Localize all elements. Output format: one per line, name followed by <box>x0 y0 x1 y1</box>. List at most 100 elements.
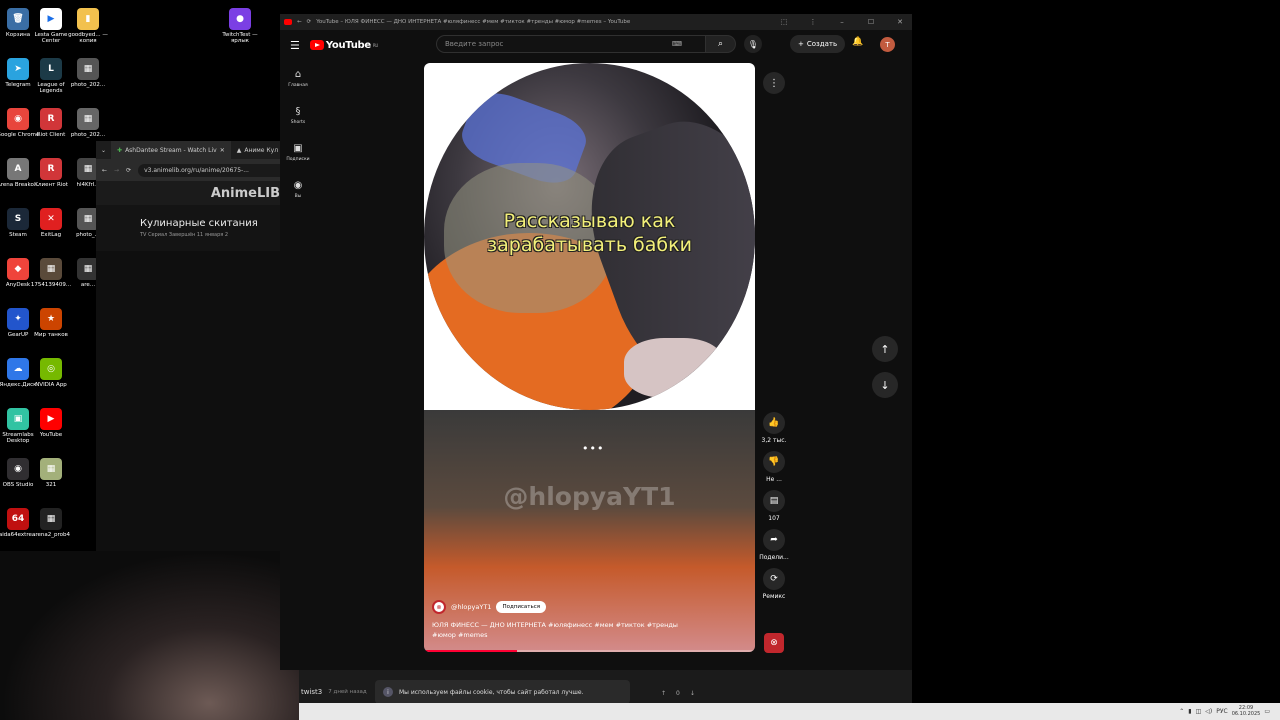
user-avatar[interactable]: T <box>880 37 895 52</box>
reload-icon[interactable]: ⟳ <box>307 19 312 25</box>
comments-action: ▤ 107 <box>756 490 792 522</box>
sound-thumbnail[interactable]: ⊗ <box>764 633 784 653</box>
subscriptions-icon: ▣ <box>293 143 303 154</box>
tab-menu-chevron-icon[interactable]: ⌄ <box>96 147 111 154</box>
player-more-dots-icon[interactable]: ••• <box>582 442 604 455</box>
nav-item-shorts[interactable]: § Shorts <box>280 97 316 134</box>
shorts-player[interactable]: Рассказываю как зарабатывать бабки ••• @… <box>424 63 755 652</box>
desktop-app-icon: ▦ <box>40 508 62 530</box>
video-top-frame: Рассказываю как зарабатывать бабки <box>424 63 755 410</box>
desktop-icon-label: 321 <box>45 482 57 488</box>
desktop-icon-label: photo_202... <box>70 132 106 138</box>
notifications-bell-icon[interactable]: 🔔 <box>852 37 863 47</box>
desktop-icon[interactable]: ▦ 321 <box>28 458 74 488</box>
remix-label: Ремикс <box>762 593 786 600</box>
nav-item-subscriptions[interactable]: ▣ Подписки <box>280 134 316 171</box>
youtube-logo[interactable]: YouTube RU <box>309 40 378 51</box>
back-arrow-icon[interactable]: ← <box>102 167 107 174</box>
back-arrow-icon[interactable]: ← <box>297 19 302 25</box>
comment-votes: ↑ 0 ↓ <box>661 690 695 697</box>
upvote-count: 0 <box>676 690 680 697</box>
desktop-icon-label: arena2_prob4 <box>32 532 70 538</box>
background-browser-window[interactable]: ⌄ ✚ AshDantee Stream - Watch Liv ✕ ▲ Ани… <box>96 141 286 551</box>
shorts-actions: 👍 3,2 тыс. 👎 Не ... ▤ 107 ➦ Подели... ⟳ Ремикс <box>756 412 792 607</box>
desktop-app-icon: 🗑 <box>7 8 29 30</box>
create-button[interactable]: + Создать <box>790 35 846 53</box>
channel-avatar[interactable]: ⊗ <box>432 600 446 614</box>
voice-search-icon[interactable]: 🎙 <box>744 35 762 53</box>
remix-icon[interactable]: ⟳ <box>763 568 785 590</box>
cookie-banner: i Мы используем файлы cookie, чтобы сайт… <box>375 680 630 704</box>
next-short-button[interactable]: ↓ <box>872 372 898 398</box>
clock[interactable]: 22:09 06.10.2025 <box>1232 705 1261 717</box>
desktop-app-icon: ◉ <box>7 108 29 130</box>
system-tray: ⌃ ▮ ◫ ◁) РУС 22:09 06.10.2025 ▭ <box>1179 705 1270 717</box>
nav-item-label: Подписки <box>286 157 310 162</box>
bg-tab-stream[interactable]: ✚ AshDantee Stream - Watch Liv ✕ <box>111 141 231 159</box>
extensions-icon[interactable]: ⬚ <box>772 18 796 26</box>
desktop-icon[interactable]: ▦ photo_202... <box>65 108 111 138</box>
network-icon[interactable]: ◫ <box>1196 708 1202 715</box>
previous-short-button[interactable]: ↑ <box>872 336 898 362</box>
forward-arrow-icon[interactable]: → <box>114 167 119 174</box>
upvote-icon[interactable]: ↑ <box>661 690 666 697</box>
more-options-button[interactable]: ⋮ <box>763 72 785 94</box>
share-icon[interactable]: ➦ <box>763 529 785 551</box>
volume-icon[interactable]: ◁) <box>1205 708 1212 715</box>
bg-tab-anime[interactable]: ▲ Аниме Кул <box>231 141 284 159</box>
close-icon[interactable]: ✕ <box>888 18 912 26</box>
search-input[interactable] <box>436 35 706 53</box>
bg-tab-label: AshDantee Stream - Watch Liv <box>125 146 217 154</box>
reload-icon[interactable]: ⟳ <box>126 167 131 174</box>
downvote-icon[interactable]: ↓ <box>690 690 695 697</box>
desktop-icon[interactable]: ▶ YouTube <box>28 408 74 438</box>
maximize-icon[interactable]: ☐ <box>859 18 883 26</box>
taskbar: ⌃ ▮ ◫ ◁) РУС 22:09 06.10.2025 ▭ <box>299 703 1280 720</box>
nav-item-you[interactable]: ◉ Вы <box>280 171 316 208</box>
animelib-logo[interactable]: AnimeLIB <box>96 181 286 205</box>
desktop-app-icon: ◎ <box>40 358 62 380</box>
language-indicator[interactable]: РУС <box>1216 708 1227 715</box>
usb-icon[interactable]: ▮ <box>1188 708 1191 715</box>
bg-url-field[interactable]: v3.animelib.org/ru/anime/20675-... <box>138 163 286 177</box>
desktop-app-icon: A <box>7 158 29 180</box>
keyboard-icon[interactable]: ⌨ <box>672 40 682 48</box>
tab-close-icon[interactable]: ✕ <box>220 147 225 154</box>
desktop-app-icon: ✦ <box>7 308 29 330</box>
notifications-icon[interactable]: ▭ <box>1264 708 1270 715</box>
bg-address-bar: ← → ⟳ v3.animelib.org/ru/anime/20675-... <box>96 159 286 181</box>
clock-date: 06.10.2025 <box>1231 711 1261 717</box>
desktop-icon[interactable]: ★ Мир танков <box>28 308 74 338</box>
desktop-app-icon: ◆ <box>7 258 29 280</box>
video-title[interactable]: ЮЛЯ ФИНЕСС — ДНО ИНТЕРНЕТА #юляфинесс #м… <box>432 620 682 640</box>
thumbs-up-icon[interactable]: 👍 <box>763 412 785 434</box>
youtube-play-icon <box>309 40 324 50</box>
you-icon: ◉ <box>293 180 303 191</box>
desktop-icon[interactable]: ▦ photo_202... <box>65 58 111 88</box>
desktop-app-icon: ★ <box>40 308 62 330</box>
video-progress-bar[interactable] <box>424 650 755 652</box>
youtube-favicon <box>284 19 292 25</box>
desktop-app-icon: ▦ <box>77 58 99 80</box>
subscribe-button[interactable]: Подписаться <box>496 601 547 613</box>
comment-username[interactable]: twist3 <box>301 688 322 696</box>
desktop-app-icon: ▣ <box>7 408 29 430</box>
desktop-icon[interactable]: ● TwitchTest — ярлык <box>217 8 263 44</box>
search-button[interactable]: ⌕ <box>706 35 736 53</box>
browser-menu-icon[interactable]: ⋮ <box>801 18 825 26</box>
video-watermark: @hlopyaYT1 <box>503 482 676 511</box>
thumbs-down-icon[interactable]: 👎 <box>763 451 785 473</box>
desktop-icon[interactable]: ◎ NVIDIA App <box>28 358 74 388</box>
channel-name[interactable]: @hlopyaYT1 <box>451 603 491 611</box>
hamburger-menu-icon[interactable]: ☰ <box>290 39 300 52</box>
comment-icon[interactable]: ▤ <box>763 490 785 512</box>
nav-item-home[interactable]: ⌂ Главная <box>280 60 316 97</box>
minimize-icon[interactable]: – <box>830 18 854 26</box>
channel-row: ⊗ @hlopyaYT1 Подписаться <box>432 600 547 614</box>
desktop-icon[interactable]: ▮ goodbyed... — копия <box>65 8 111 44</box>
desktop-icon[interactable]: ▦ arena2_prob4 <box>28 508 74 538</box>
tray-chevron-icon[interactable]: ⌃ <box>1179 708 1184 715</box>
desktop-app-icon: ▶ <box>40 8 62 30</box>
desktop-app-icon: R <box>40 108 62 130</box>
window-title: YouTube – ЮЛЯ ФИНЕСС — ДНО ИНТЕРНЕТА #юл… <box>316 19 631 25</box>
